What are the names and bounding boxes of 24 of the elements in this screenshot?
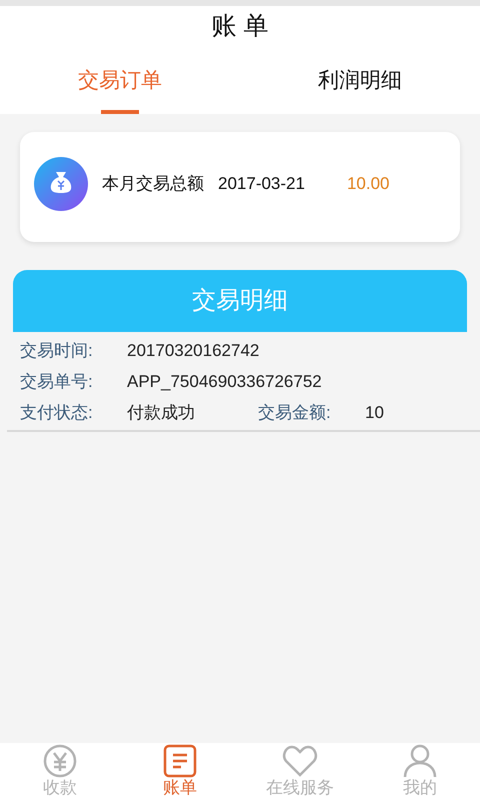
field-label: 交易金额: bbox=[258, 402, 332, 424]
field-label: 交易时间: bbox=[20, 340, 94, 362]
nav-item[interactable]: 在线服务 bbox=[240, 743, 360, 800]
money-bag-icon bbox=[34, 157, 88, 211]
nav-item[interactable]: 收款 bbox=[0, 743, 120, 800]
field-value: 20170320162742 bbox=[127, 340, 260, 362]
summary-amount: 10.00 bbox=[346, 173, 390, 196]
user-icon bbox=[403, 744, 437, 778]
tab[interactable]: 交易订单 bbox=[0, 48, 240, 114]
nav-item[interactable]: 我的 bbox=[360, 743, 480, 800]
field-label: 支付状态: bbox=[20, 402, 94, 424]
field-value: APP_7504690336726752 bbox=[127, 371, 322, 394]
summary-label: 本月交易总额 bbox=[102, 173, 204, 196]
field-value: 10 bbox=[365, 402, 384, 424]
nav-item[interactable]: 账单 bbox=[120, 743, 240, 800]
field-value: 付款成功 bbox=[127, 402, 196, 424]
document-icon bbox=[163, 744, 197, 778]
page-title: 账 单 bbox=[212, 11, 268, 42]
summary-date: 2017-03-21 bbox=[218, 173, 305, 196]
tab[interactable]: 利润明细 bbox=[240, 48, 480, 114]
yen-icon bbox=[43, 744, 77, 778]
heart-icon bbox=[282, 744, 318, 778]
field-label: 交易单号: bbox=[20, 371, 94, 394]
detail-title: 交易明细 bbox=[192, 286, 288, 316]
